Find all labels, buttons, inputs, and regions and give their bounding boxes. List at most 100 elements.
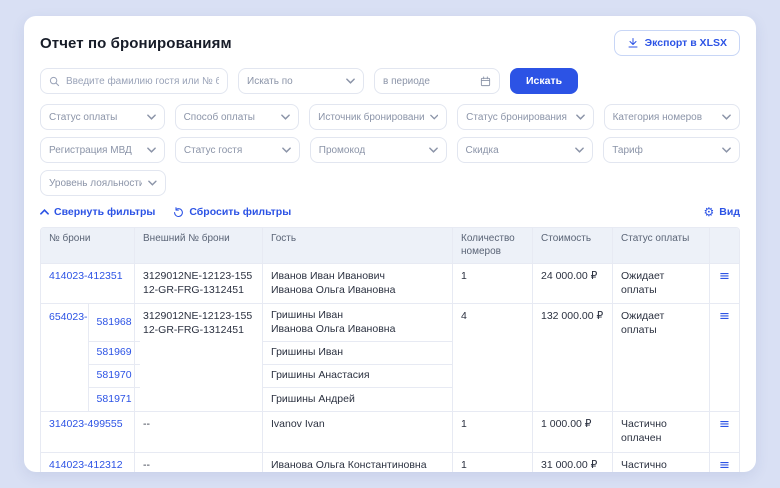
chevron-down-icon (147, 147, 156, 153)
payment-status: Ожидает оплаты (613, 304, 710, 411)
guest-name: Гришины Иван (271, 346, 444, 360)
guest-name: Иванова Ольга Ивановна (271, 323, 444, 337)
guest-group-cell: Гришины Иван Иванова Ольга Ивановна Гриш… (263, 304, 453, 411)
filter-promocode[interactable]: Промокод (310, 137, 447, 163)
col-header-actions (710, 228, 739, 263)
chevron-down-icon (575, 147, 584, 153)
chevron-down-icon (722, 114, 731, 120)
refresh-icon (173, 207, 184, 218)
cost-value: 24 000.00 ₽ (533, 264, 613, 303)
external-number: -- (135, 453, 263, 472)
booking-number-link[interactable]: 414023-412351 (41, 264, 135, 303)
filter-booking-status[interactable]: Статус бронирования (457, 104, 593, 130)
search-icon (49, 76, 60, 87)
filter-label: Статус бронирования (466, 112, 567, 123)
cost-value: 132 000.00 ₽ (533, 304, 613, 411)
filter-payment-status[interactable]: Статус оплаты (40, 104, 165, 130)
guest-name: Гришины Иван (271, 309, 444, 323)
guest-cell: Иванова Ольга Константиновна (263, 453, 453, 472)
chevron-up-icon (40, 209, 49, 215)
guest-name: Иванов Иван Иванович (271, 270, 444, 284)
guest-sub-row: Гришины Иван (263, 342, 452, 365)
card-header: Отчет по бронированиям Экспорт в XLSX (40, 30, 740, 56)
chevron-down-icon (722, 147, 731, 153)
booking-sub-number-link[interactable]: 581971 (88, 388, 140, 411)
collapse-filters-link[interactable]: Свернуть фильтры (40, 206, 155, 218)
search-button[interactable]: Искать (510, 68, 578, 94)
filter-label: Статус гостя (184, 145, 242, 156)
actions-cell: ≡ (710, 412, 739, 451)
table-row: 414023-412351 3129012NE-12123-15512-GR-F… (41, 263, 739, 303)
booking-sub-number-link[interactable]: 581970 (88, 365, 140, 388)
filter-label: Категория номеров (613, 112, 702, 123)
search-input[interactable] (66, 76, 219, 87)
search-field (40, 68, 228, 94)
filter-label: Тариф (612, 145, 643, 156)
guest-name: Гришины Анастасия (271, 369, 444, 383)
filter-label: Регистрация МВД (49, 145, 132, 156)
actions-cell: ≡ (710, 264, 739, 303)
col-header-guest: Гость (263, 228, 453, 263)
payment-status: Частично оплачен (613, 453, 710, 472)
col-header-cost: Стоимость (533, 228, 613, 263)
guest-cell: Ivanov Ivan (263, 412, 453, 451)
chevron-down-icon (346, 78, 355, 84)
filter-discount[interactable]: Скидка (457, 137, 594, 163)
external-number: 3129012NE-12123-15512-GR-FRG-1312451 (135, 304, 263, 411)
table-row: 314023-499555 -- Ivanov Ivan 1 1 000.00 … (41, 411, 739, 451)
row-menu-icon[interactable]: ≡ (719, 458, 730, 472)
external-number: 3129012NE-12123-15512-GR-FRG-1312451 (135, 264, 263, 303)
external-number: -- (135, 412, 263, 451)
export-label: Экспорт в XLSX (645, 37, 727, 49)
report-card: Отчет по бронированиям Экспорт в XLSX Ис… (24, 16, 756, 472)
sub-booking-numbers: 581968 581969 581970 581971 (88, 304, 140, 411)
view-settings-link[interactable]: ⚙ Вид (704, 206, 740, 218)
period-date-input[interactable]: в периоде (374, 68, 500, 94)
filter-loyalty-level[interactable]: Уровень лояльности (40, 170, 166, 196)
filter-booking-source[interactable]: Источник бронирования (309, 104, 447, 130)
col-header-payment-status: Статус оплаты (613, 228, 710, 263)
filter-tariff[interactable]: Тариф (603, 137, 740, 163)
col-header-rooms: Количество номеров (453, 228, 533, 263)
filter-label: Промокод (319, 145, 365, 156)
chevron-down-icon (147, 114, 156, 120)
booking-sub-number-link[interactable]: 581968 (88, 304, 140, 342)
row-menu-icon[interactable]: ≡ (719, 269, 730, 284)
row-menu-icon[interactable]: ≡ (719, 417, 730, 432)
filter-row-2: Регистрация МВД Статус гостя Промокод Ск… (40, 137, 740, 163)
reset-filters-label: Сбросить фильтры (189, 206, 291, 218)
filter-links: Свернуть фильтры Сбросить фильтры (40, 206, 291, 218)
row-menu-icon[interactable]: ≡ (719, 309, 730, 324)
chevron-down-icon (576, 114, 585, 120)
actions-cell: ≡ (710, 453, 739, 472)
chevron-down-icon (429, 147, 438, 153)
filter-label: Статус оплаты (49, 112, 117, 123)
export-xlsx-button[interactable]: Экспорт в XLSX (614, 30, 740, 56)
filter-room-category[interactable]: Категория номеров (604, 104, 740, 130)
cost-value: 31 000.00 ₽ (533, 453, 613, 472)
view-settings-label: Вид (719, 206, 740, 218)
filter-mvd-registration[interactable]: Регистрация МВД (40, 137, 165, 163)
reset-filters-link[interactable]: Сбросить фильтры (173, 206, 291, 218)
booking-number-link[interactable]: 314023-499555 (41, 412, 135, 451)
actions-cell: ≡ (710, 304, 739, 411)
booking-number-group-cell: 654023- 581968 581969 581970 581971 (41, 304, 135, 411)
rooms-count: 1 (453, 264, 533, 303)
col-header-booking-no: № брони (41, 228, 135, 263)
search-by-select[interactable]: Искать по (238, 68, 364, 94)
filter-guest-status[interactable]: Статус гостя (175, 137, 300, 163)
chevron-down-icon (281, 114, 290, 120)
download-icon (627, 37, 639, 49)
cost-value: 1 000.00 ₽ (533, 412, 613, 451)
filter-label: Уровень лояльности (49, 178, 142, 189)
table-row: 414023-412312 -- Иванова Ольга Константи… (41, 452, 739, 472)
guest-cell: Иванов Иван Иванович Иванова Ольга Ивано… (263, 264, 453, 303)
guest-name: Иванова Ольга Ивановна (271, 284, 444, 298)
filter-label: Скидка (466, 145, 499, 156)
booking-number-link[interactable]: 414023-412312 (41, 453, 135, 472)
rooms-count: 1 (453, 412, 533, 451)
filter-payment-method[interactable]: Способ оплаты (175, 104, 300, 130)
booking-number-prefix-link[interactable]: 654023- (41, 304, 88, 411)
payment-status: Ожидает оплаты (613, 264, 710, 303)
booking-sub-number-link[interactable]: 581969 (88, 342, 140, 365)
